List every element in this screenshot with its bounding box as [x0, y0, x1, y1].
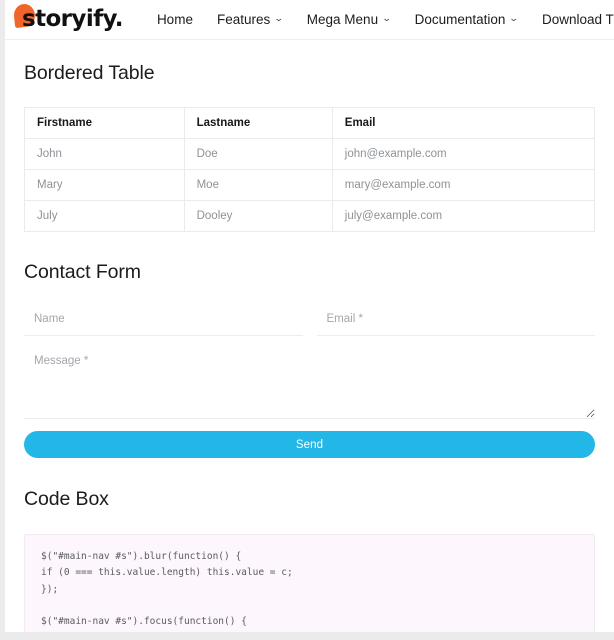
message-textarea[interactable] [24, 346, 595, 419]
nav-item-features[interactable]: Features ⌄ [205, 8, 295, 31]
table-cell-firstname: Mary [24, 169, 185, 201]
table-body: John Doe john@example.com Mary Moe mary@… [24, 138, 596, 232]
nav-item-label: Mega Menu [306, 12, 379, 27]
table-col-header-lastname: Lastname [183, 107, 333, 139]
table-head: Firstname Lastname Email [24, 107, 596, 139]
nav-item-label: Features [216, 12, 271, 27]
table-row: July Dooley july@example.com [24, 200, 596, 232]
table-cell-email: john@example.com [331, 138, 596, 170]
logo-text: storyify. [22, 6, 124, 32]
bordered-table-heading: Bordered Table [24, 62, 155, 84]
table-cell-firstname: July [24, 200, 185, 232]
chevron-down-icon: ⌄ [509, 13, 520, 23]
site-logo[interactable]: storyify. [12, 2, 125, 32]
table-cell-lastname: Doe [183, 138, 333, 170]
table-cell-lastname: Dooley [183, 200, 333, 232]
table-col-header-firstname: Firstname [24, 107, 185, 139]
chevron-down-icon: ⌄ [273, 13, 285, 23]
table-cell-lastname: Moe [183, 169, 333, 201]
table-cell-firstname: John [24, 138, 185, 170]
code-box-heading: Code Box [24, 488, 109, 510]
contact-form-row [24, 303, 595, 336]
table-header-row: Firstname Lastname Email [24, 107, 596, 139]
table-row: Mary Moe mary@example.com [24, 169, 596, 201]
table-col-header-email: Email [331, 107, 596, 139]
nav-item-label: Documentation [414, 12, 506, 27]
page-root: storyify. Home Features ⌄ Mega Menu ⌄ Do… [5, 0, 614, 632]
nav-item-documentation[interactable]: Documentation ⌄ [403, 8, 530, 31]
nav-item-mega-menu[interactable]: Mega Menu ⌄ [295, 8, 403, 31]
contact-form-heading: Contact Form [24, 261, 141, 283]
bordered-table: Firstname Lastname Email John Doe john@e… [24, 107, 596, 232]
nav-item-download-this-template[interactable]: Download This Template [530, 8, 614, 31]
table-row: John Doe john@example.com [24, 138, 596, 170]
email-input[interactable] [316, 303, 595, 336]
name-input[interactable] [24, 303, 303, 336]
table-cell-email: mary@example.com [331, 169, 596, 201]
page-content: Bordered Table Firstname Lastname Email … [5, 40, 614, 632]
contact-form: Send [24, 303, 595, 458]
chevron-down-icon: ⌄ [381, 13, 392, 23]
bordered-table-wrapper: Firstname Lastname Email John Doe john@e… [24, 107, 596, 232]
main-nav: Home Features ⌄ Mega Menu ⌄ Documentatio… [145, 8, 614, 31]
code-box-wrapper: $("#main-nav #s").blur(function() { if (… [24, 534, 595, 632]
send-button[interactable]: Send [24, 431, 595, 458]
nav-item-label: Home [156, 12, 193, 27]
nav-item-home[interactable]: Home [145, 8, 205, 31]
site-header: storyify. Home Features ⌄ Mega Menu ⌄ Do… [5, 0, 614, 40]
code-box-content: $("#main-nav #s").blur(function() { if (… [24, 534, 595, 632]
table-cell-email: july@example.com [331, 200, 596, 232]
nav-item-label: Download This Template [541, 12, 614, 27]
